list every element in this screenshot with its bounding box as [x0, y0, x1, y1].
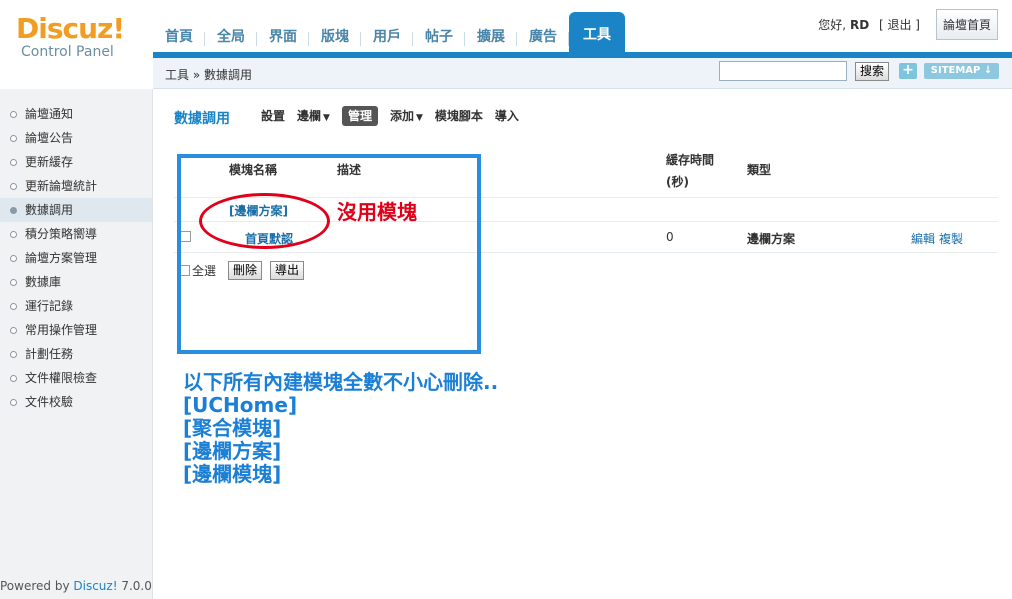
breadcrumb: 工具 » 數據調用: [165, 68, 252, 82]
bullet-icon: [10, 278, 17, 286]
sidebar-item-label: 積分策略嚮導: [25, 227, 98, 241]
note-line: [UCHome]: [183, 393, 298, 417]
bullet-icon: [10, 110, 17, 118]
sidebar-item-data-call[interactable]: 數據調用: [0, 198, 152, 222]
annotation-oval: [199, 193, 330, 249]
sidebar-item-label: 常用操作管理: [25, 323, 98, 337]
sidebar-item-notices[interactable]: 論壇通知: [0, 102, 152, 126]
sidebar-item-database[interactable]: 數據庫: [0, 270, 152, 294]
dropdown-arrow-icon: ▼: [415, 113, 423, 123]
sidebar-item-scheme-manage[interactable]: 論壇方案管理: [0, 246, 152, 270]
bullet-icon: [10, 230, 17, 238]
note-line: [邊欄模塊]: [183, 462, 282, 486]
search-input[interactable]: [719, 61, 847, 81]
annotation-note: 以下所有內建模塊全數不小心刪除.. [UCHome] [聚合模塊] [邊欄方案]…: [183, 371, 498, 486]
subheader-left: [0, 58, 153, 89]
note-line: [聚合模塊]: [183, 416, 282, 440]
sidebar-item-label: 更新論壇統計: [25, 179, 98, 193]
module-type: 邊欄方案: [747, 232, 796, 246]
tab-global[interactable]: 全局: [205, 24, 257, 52]
add-shortcut-icon[interactable]: +: [899, 63, 917, 79]
sidebar-item-label: 更新緩存: [25, 155, 74, 169]
discuz-logo[interactable]: Discuz! Control Panel: [16, 12, 125, 61]
edit-link[interactable]: 編輯: [911, 230, 935, 247]
header: Discuz! Control Panel 首頁 全局 界面 版塊 用戶 帖子 …: [0, 0, 1012, 61]
bullet-icon: [10, 326, 17, 334]
sidebar-item-cron[interactable]: 計劃任務: [0, 342, 152, 366]
sidebar-item-run-log[interactable]: 運行記錄: [0, 294, 152, 318]
sidebar-item-label: 計劃任務: [25, 347, 74, 361]
menu-settings[interactable]: 設置: [261, 106, 285, 126]
menu-import[interactable]: 導入: [495, 106, 519, 126]
sidebar-item-announcements[interactable]: 論壇公告: [0, 126, 152, 150]
forum-home-button[interactable]: 論壇首頁: [935, 9, 998, 40]
sidebar-item-file-verify[interactable]: 文件校驗: [0, 390, 152, 414]
note-line: 以下所有內建模塊全數不小心刪除..: [183, 370, 499, 394]
menu-add-label: 添加: [389, 109, 414, 123]
menu-add[interactable]: 添加 ▼: [390, 106, 423, 126]
col-cache-unit: (秒): [666, 175, 689, 189]
sidebar: 論壇通知 論壇公告 更新緩存 更新論壇統計 數據調用 積分策略嚮導 論壇方案管理…: [0, 89, 153, 599]
tab-home[interactable]: 首頁: [153, 24, 205, 52]
bullet-icon: [10, 302, 17, 310]
tab-interface[interactable]: 界面: [257, 24, 309, 52]
main-nav: 首頁 全局 界面 版塊 用戶 帖子 擴展 廣告 工具: [153, 12, 625, 52]
bullet-icon: [10, 254, 17, 262]
sitemap-button[interactable]: SITEMAP ↓: [924, 63, 999, 79]
sidebar-item-label: 數據調用: [25, 203, 74, 217]
sidebar-item-label: 論壇通知: [25, 107, 74, 121]
tab-tools[interactable]: 工具: [569, 12, 625, 52]
powered-prefix: Powered by: [0, 579, 74, 593]
sidebar-item-update-cache[interactable]: 更新緩存: [0, 150, 152, 174]
sidebar-item-update-stats[interactable]: 更新論壇統計: [0, 174, 152, 198]
annotation-box: [177, 154, 481, 354]
sidebar-item-label: 數據庫: [25, 275, 62, 289]
bullet-icon: [10, 206, 17, 214]
powered-version: 7.0.0: [117, 579, 152, 593]
search-button[interactable]: 搜索: [855, 62, 890, 81]
menu-sidebar-label: 邊欄: [297, 109, 322, 123]
tab-users[interactable]: 用戶: [361, 24, 413, 52]
username: RD: [849, 18, 870, 32]
bullet-icon: [10, 134, 17, 142]
tab-posts[interactable]: 帖子: [413, 24, 465, 52]
col-type: 類型: [747, 163, 772, 177]
page-title: 數據調用: [174, 111, 230, 127]
copy-link[interactable]: 複製: [939, 230, 963, 247]
logout-link[interactable]: [ 退出 ]: [879, 18, 920, 32]
bullet-icon: [10, 158, 17, 166]
bullet-icon: [10, 374, 17, 382]
col-cache-time: 緩存時間: [666, 153, 715, 167]
sidebar-item-credit-wizard[interactable]: 積分策略嚮導: [0, 222, 152, 246]
powered-by: Powered by Discuz! 7.0.0: [0, 579, 152, 593]
dropdown-arrow-icon: ▼: [323, 113, 330, 123]
sidebar-item-common-ops[interactable]: 常用操作管理: [0, 318, 152, 342]
bullet-icon: [10, 182, 17, 190]
logo-name: Discuz!: [16, 12, 125, 45]
subheader: 工具 » 數據調用 搜索 + SITEMAP ↓: [153, 58, 1012, 89]
user-greeting: 您好, RD [ 退出 ]: [818, 16, 920, 33]
sidebar-item-file-perms[interactable]: 文件權限檢查: [0, 366, 152, 390]
sidebar-item-label: 文件校驗: [25, 395, 74, 409]
bullet-icon: [10, 398, 17, 406]
bullet-icon: [10, 350, 17, 358]
sidebar-item-label: 文件權限檢查: [25, 371, 98, 385]
tab-ads[interactable]: 廣告: [517, 24, 569, 52]
sidebar-item-label: 論壇公告: [25, 131, 74, 145]
note-line: [邊欄方案]: [183, 439, 282, 463]
sub-menu: 設置 邊欄 ▼ 管理 添加 ▼ 模塊腳本 導入: [261, 106, 531, 126]
module-cache-time: 0: [666, 230, 674, 244]
menu-module-script[interactable]: 模塊腳本: [435, 106, 483, 126]
greeting-text: 您好,: [818, 18, 847, 32]
tab-forums[interactable]: 版塊: [309, 24, 361, 52]
sidebar-item-label: 運行記錄: [25, 299, 74, 313]
menu-manage[interactable]: 管理: [341, 106, 378, 126]
sidebar-item-label: 論壇方案管理: [25, 251, 98, 265]
user-area: 您好, RD [ 退出 ] 論壇首頁: [818, 9, 998, 40]
annotation-red-text: 沒用模塊: [337, 200, 417, 224]
powered-brand-link[interactable]: Discuz!: [73, 579, 117, 593]
menu-sidebar[interactable]: 邊欄 ▼: [297, 106, 330, 126]
tab-extensions[interactable]: 擴展: [465, 24, 517, 52]
